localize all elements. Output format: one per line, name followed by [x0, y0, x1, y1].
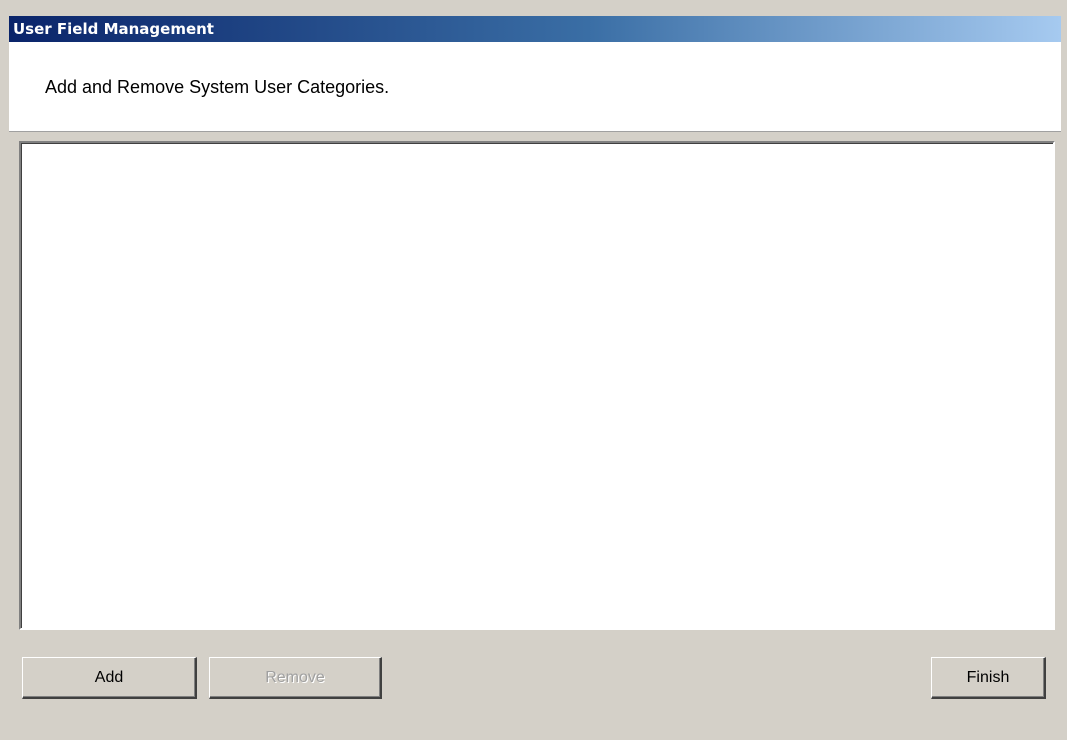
remove-button: Remove — [209, 657, 382, 699]
finish-button[interactable]: Finish — [931, 657, 1046, 699]
header-description: Add and Remove System User Categories. — [45, 77, 390, 97]
category-list[interactable] — [19, 141, 1055, 630]
header-panel: Add and Remove System User Categories. — [9, 42, 1061, 132]
add-button[interactable]: Add — [22, 657, 197, 699]
user-field-management-dialog: User Field Management Add and Remove Sys… — [0, 0, 1067, 740]
window-title: User Field Management — [9, 16, 1061, 42]
